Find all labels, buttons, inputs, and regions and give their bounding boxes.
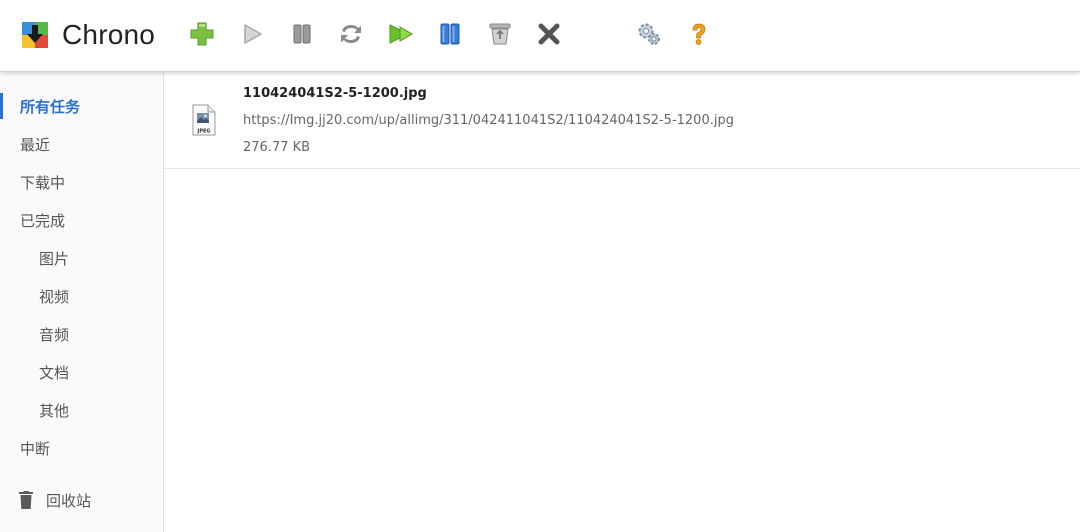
sidebar-item-label: 回收站 — [46, 491, 92, 510]
pause-all-button[interactable] — [436, 19, 464, 49]
play-icon — [244, 24, 262, 44]
sidebar-item-videos[interactable]: 视频 — [0, 278, 163, 314]
sidebar-item-label: 视频 — [39, 287, 70, 306]
delete-icon — [538, 23, 560, 45]
add-icon — [190, 22, 214, 46]
refresh-icon — [341, 25, 361, 43]
jpeg-label: JPEG — [196, 129, 210, 135]
settings-button[interactable] — [635, 19, 663, 49]
sidebar-item-label: 中断 — [20, 439, 51, 458]
file-url[interactable]: https://Img.jj20.com/up/allimg/311/04241… — [243, 113, 734, 128]
sidebar-item-downloading[interactable]: 下载中 — [0, 164, 163, 200]
file-size: 276.77 KB — [243, 140, 311, 155]
sidebar-item-trash[interactable]: 回收站 — [0, 482, 163, 518]
sidebar-item-label: 已完成 — [20, 211, 66, 230]
file-name[interactable]: 110424041S2-5-1200.jpg — [243, 86, 427, 101]
sidebar-item-other[interactable]: 其他 — [0, 392, 163, 428]
sidebar: 所有任务 最近 下载中 已完成 图片 视频 音频 文档 其他 中断 回收站 — [0, 73, 164, 532]
toolbar: Chrono — [0, 0, 1080, 72]
start-all-icon — [389, 24, 413, 44]
help-icon — [692, 23, 706, 45]
app-title: Chrono — [62, 19, 156, 50]
settings-icon — [638, 23, 660, 45]
chrono-logo-icon — [22, 22, 48, 48]
sidebar-item-completed[interactable]: 已完成 — [0, 202, 163, 238]
clear-completed-button[interactable] — [486, 19, 514, 49]
help-button[interactable] — [685, 19, 713, 49]
sidebar-item-label: 最近 — [20, 135, 51, 154]
sidebar-item-label: 其他 — [39, 401, 70, 420]
sidebar-item-label: 下载中 — [20, 173, 66, 192]
sidebar-item-images[interactable]: 图片 — [0, 240, 163, 276]
jpeg-file-icon: JPEG — [192, 104, 216, 136]
trash-icon — [19, 491, 33, 509]
clear-completed-icon — [489, 23, 511, 45]
delete-button[interactable] — [535, 19, 563, 49]
sidebar-item-recent[interactable]: 最近 — [0, 126, 163, 162]
pause-button[interactable] — [288, 19, 316, 49]
sidebar-item-audio[interactable]: 音频 — [0, 316, 163, 352]
start-all-button[interactable] — [387, 19, 415, 49]
resume-button[interactable] — [238, 19, 266, 49]
sidebar-item-interrupted[interactable]: 中断 — [0, 430, 163, 466]
sidebar-item-label: 文档 — [39, 363, 70, 382]
sidebar-item-all-tasks[interactable]: 所有任务 — [0, 88, 163, 124]
sidebar-item-label: 图片 — [39, 249, 70, 268]
retry-button[interactable] — [337, 19, 365, 49]
pause-icon — [293, 24, 311, 44]
sidebar-item-label: 音频 — [39, 325, 70, 344]
add-button[interactable] — [188, 19, 216, 49]
sidebar-item-documents[interactable]: 文档 — [0, 354, 163, 390]
brand: Chrono — [22, 18, 155, 52]
pause-all-icon — [440, 23, 460, 45]
download-list: JPEG 110424041S2-5-1200.jpg https://Img.… — [164, 73, 1080, 532]
sidebar-item-label: 所有任务 — [20, 97, 81, 116]
download-item[interactable]: JPEG 110424041S2-5-1200.jpg https://Img.… — [164, 73, 1080, 169]
chrono-app: Chrono 所有任务 最近 下载中 已完成 图片 视频 音频 文档 其他 中断… — [0, 0, 1080, 532]
